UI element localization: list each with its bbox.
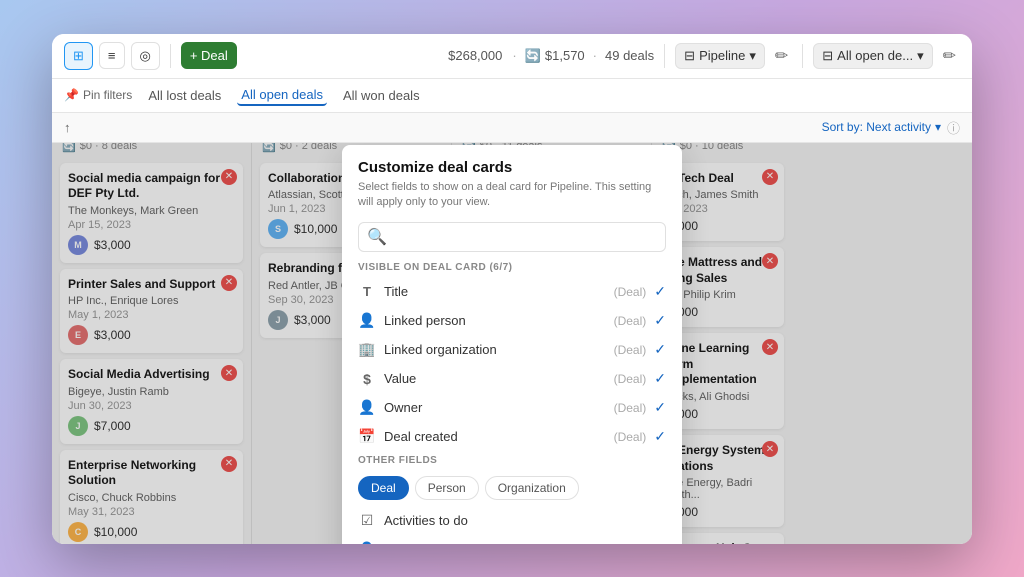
check-icon: ✓ bbox=[654, 399, 666, 416]
pipeline-button[interactable]: ⊟ Pipeline ▾ bbox=[675, 43, 765, 69]
field-activities[interactable]: ☑ Activities to do bbox=[342, 506, 682, 535]
sort-bar: ↑ Sort by: Next activity ▾ ⓘ bbox=[52, 113, 972, 143]
field-linked-person[interactable]: 👤 Linked person (Deal) ✓ bbox=[342, 306, 682, 335]
field-deal-created[interactable]: 📅 Deal created (Deal) ✓ bbox=[342, 422, 682, 451]
kanban-view-btn[interactable]: ⊞ bbox=[64, 42, 93, 70]
activity-view-btn[interactable]: ◎ bbox=[131, 42, 160, 70]
list-icon: ≡ bbox=[108, 48, 116, 63]
owner-icon: 👤 bbox=[358, 399, 376, 416]
visible-fields-list: T Title (Deal) ✓ 👤 Linked person (Deal) … bbox=[342, 277, 682, 451]
field-value[interactable]: $ Value (Deal) ✓ bbox=[342, 364, 682, 393]
kanban-icon: ⊞ bbox=[73, 48, 84, 64]
sort-up-arrow: ↑ bbox=[64, 120, 71, 135]
title-icon: T bbox=[358, 284, 376, 299]
chevron-down-icon: ▾ bbox=[749, 48, 756, 64]
other-section-label: OTHER FIELDS bbox=[342, 451, 682, 470]
dialog-header: Customize deal cards Select fields to sh… bbox=[342, 145, 682, 223]
creator-icon: 👤 bbox=[358, 541, 376, 543]
filter-button[interactable]: ⊟ All open de... ▾ bbox=[813, 43, 932, 69]
person-icon: 👤 bbox=[358, 312, 376, 329]
field-owner[interactable]: 👤 Owner (Deal) ✓ bbox=[342, 393, 682, 422]
field-creator[interactable]: 👤 Creator bbox=[342, 535, 682, 543]
pipeline-icon: ⊟ bbox=[684, 48, 695, 64]
filter-all-open[interactable]: All open deals bbox=[237, 85, 327, 106]
check-icon: ✓ bbox=[654, 312, 666, 329]
toolbar: ⊞ ≡ ◎ + Deal $268,000 · 🔄 $1,570 · 49 de… bbox=[52, 34, 972, 79]
chevron-down-icon2: ▾ bbox=[917, 48, 924, 64]
field-name-label: Activities to do bbox=[384, 513, 468, 528]
field-name-label: Value bbox=[384, 371, 606, 386]
deals-count: 49 deals bbox=[605, 48, 654, 63]
field-name-label: Owner bbox=[384, 400, 606, 415]
dialog-search[interactable]: 🔍 bbox=[358, 222, 666, 252]
pin-filters[interactable]: 📌 Pin filters bbox=[64, 88, 132, 102]
velocity-stat: · 🔄 $1,570 · 49 deals bbox=[508, 48, 654, 64]
visible-section-label: VISIBLE ON DEAL CARD (6/7) bbox=[342, 258, 682, 277]
sep1 bbox=[170, 44, 171, 68]
field-title[interactable]: T Title (Deal) ✓ bbox=[342, 277, 682, 306]
tab-deal[interactable]: Deal bbox=[358, 476, 409, 500]
field-type-label: (Deal) bbox=[614, 343, 647, 357]
chevron-down-icon: ▾ bbox=[935, 120, 941, 134]
value-icon: $ bbox=[358, 371, 376, 387]
field-name-label: Deal created bbox=[384, 429, 606, 444]
pin-label: Pin filters bbox=[83, 88, 132, 102]
edit-filter-button[interactable]: ✏ bbox=[939, 42, 960, 70]
filter-all-won[interactable]: All won deals bbox=[339, 86, 424, 105]
activities-icon: ☑ bbox=[358, 512, 376, 529]
pipeline-label: Pipeline bbox=[699, 48, 745, 63]
info-icon: ⓘ bbox=[947, 118, 960, 137]
sort-button[interactable]: Sort by: Next activity ▾ bbox=[822, 120, 941, 134]
edit-filter-icon: ✏ bbox=[943, 48, 956, 65]
field-linked-org[interactable]: 🏢 Linked organization (Deal) ✓ bbox=[342, 335, 682, 364]
field-name-label: Title bbox=[384, 284, 606, 299]
field-type-label: (Deal) bbox=[614, 401, 647, 415]
tabs-row: Deal Person Organization bbox=[342, 470, 682, 506]
filter-bar: 📌 Pin filters All lost deals All open de… bbox=[52, 79, 972, 113]
field-type-label: (Deal) bbox=[614, 430, 647, 444]
edit-pipeline-button[interactable]: ✏ bbox=[771, 42, 792, 70]
sep3 bbox=[802, 44, 803, 68]
amount-stat: $268,000 bbox=[448, 48, 502, 63]
field-type-label: (Deal) bbox=[614, 314, 647, 328]
filter-all-lost[interactable]: All lost deals bbox=[144, 86, 225, 105]
tab-organization[interactable]: Organization bbox=[485, 476, 579, 500]
add-deal-button[interactable]: + Deal bbox=[181, 42, 237, 69]
search-icon: 🔍 bbox=[367, 227, 387, 247]
check-icon: ✓ bbox=[654, 428, 666, 445]
dialog-overlay: ↑ Sort by: Next activity ▾ ⓘ Customize d… bbox=[52, 113, 972, 544]
filter-label: All open de... bbox=[837, 48, 913, 63]
calendar-icon: 📅 bbox=[358, 428, 376, 445]
field-name-label: Linked organization bbox=[384, 342, 606, 357]
list-view-btn[interactable]: ≡ bbox=[99, 42, 125, 69]
search-input[interactable] bbox=[393, 230, 657, 245]
tab-person[interactable]: Person bbox=[415, 476, 479, 500]
velocity-value: $1,570 bbox=[545, 48, 585, 63]
check-icon: ✓ bbox=[654, 283, 666, 300]
org-icon: 🏢 bbox=[358, 341, 376, 358]
pin-icon: 📌 bbox=[64, 88, 79, 102]
customize-dialog: Customize deal cards Select fields to sh… bbox=[342, 145, 682, 544]
check-icon: ✓ bbox=[654, 370, 666, 387]
amount-value: $268,000 bbox=[448, 48, 502, 63]
field-name-label: Creator bbox=[384, 542, 427, 543]
field-type-label: (Deal) bbox=[614, 372, 647, 386]
velocity-icon: 🔄 bbox=[525, 48, 541, 64]
dialog-title: Customize deal cards bbox=[358, 159, 666, 176]
sort-label: Sort by: Next activity bbox=[822, 120, 931, 134]
app-window: ⊞ ≡ ◎ + Deal $268,000 · 🔄 $1,570 · 49 de… bbox=[52, 34, 972, 544]
edit-icon: ✏ bbox=[775, 48, 788, 65]
field-type-label: (Deal) bbox=[614, 285, 647, 299]
board: New Lead 🔄 $0 · 8 deals Social media cam… bbox=[52, 113, 972, 544]
activity-icon: ◎ bbox=[140, 48, 151, 64]
add-deal-label: + Deal bbox=[190, 48, 228, 63]
field-name-label: Linked person bbox=[384, 313, 606, 328]
check-icon: ✓ bbox=[654, 341, 666, 358]
filter-icon: ⊟ bbox=[822, 48, 833, 64]
dialog-subtitle: Select fields to show on a deal card for… bbox=[358, 180, 666, 211]
other-fields-list: ☑ Activities to do 👤 Creator 📅 Deal clos… bbox=[342, 506, 682, 543]
sep2 bbox=[664, 44, 665, 68]
